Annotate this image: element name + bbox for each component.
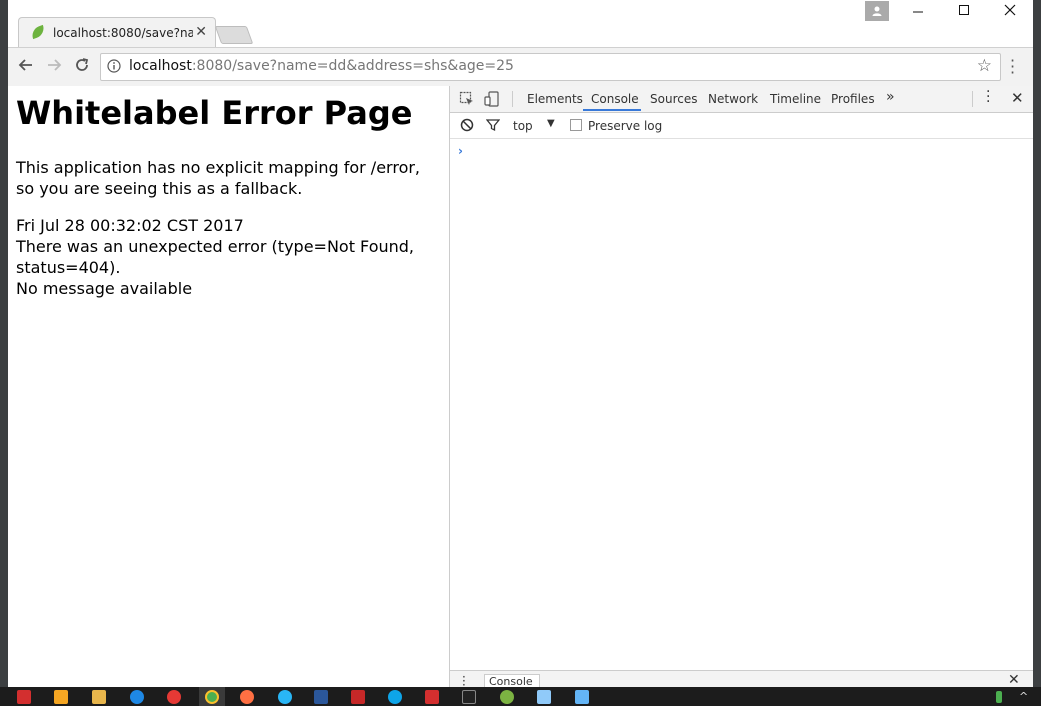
page-content: Whitelabel Error Page This application h… [8,86,450,690]
context-dropdown-icon[interactable]: ▼ [547,118,555,129]
window-close-icon [1004,4,1016,16]
tab-title: localhost:8080/save?na [53,26,193,40]
window-close-button[interactable] [990,4,1030,26]
reload-icon [76,58,89,71]
intellij-icon[interactable] [462,690,476,704]
minimize-button[interactable] [898,4,938,26]
browser-toolbar: localhost:8080/save?name=dd&address=shs&… [8,47,1033,87]
tray-chevron-icon[interactable]: ^ [1019,690,1028,703]
browser-tab[interactable]: localhost:8080/save?na ✕ [18,17,216,48]
windows-taskbar: ^ [0,687,1041,706]
active-tab-indicator [583,109,641,111]
app-bug-icon[interactable] [500,690,514,704]
drawer-close-icon[interactable]: ✕ [1008,672,1020,688]
url-path: :8080/save?name=dd&address=shs&age=25 [191,58,514,74]
error-timestamp: Fri Jul 28 00:32:02 CST 2017 [16,216,244,235]
file-explorer-icon[interactable] [92,690,106,704]
devtools-separator-2 [972,91,973,107]
error-message: No message available [16,279,193,298]
context-selector[interactable]: top [513,119,533,133]
back-button[interactable] [16,57,36,77]
devtools-panel: Elements Console Sources Network Timelin… [450,85,1033,690]
reload-button[interactable] [72,57,92,77]
tab-elements[interactable]: Elements [527,92,583,106]
console-toolbar: top ▼ Preserve log [450,113,1033,139]
app-x-icon[interactable] [17,690,31,704]
new-tab-button[interactable] [214,26,254,44]
title-bar: localhost:8080/save?na ✕ [8,0,1033,48]
chrome-icon[interactable] [205,690,219,704]
preserve-log-checkbox[interactable] [570,119,582,131]
browser-menu-icon[interactable]: · · · [1010,53,1015,81]
drawer-menu-icon[interactable]: · · · [462,671,466,690]
bookmark-star-icon[interactable]: ☆ [977,56,992,76]
background-editor-strip [0,0,8,690]
battery-icon[interactable] [996,691,1002,703]
tab-console[interactable]: Console [591,92,639,106]
forward-button[interactable] [44,57,64,77]
tab-profiles[interactable]: Profiles [831,92,875,106]
app-x2-icon[interactable] [425,690,439,704]
notepad-icon[interactable] [575,690,589,704]
device-toolbar-icon[interactable] [484,91,500,107]
app-blue-icon[interactable] [388,690,402,704]
tab-close-icon[interactable]: ✕ [195,24,207,40]
console-prompt[interactable]: › [458,144,463,158]
word-icon[interactable] [314,690,328,704]
devtools-menu-icon[interactable]: · · · [986,85,990,109]
maximize-button[interactable] [944,4,984,26]
app-media-icon[interactable] [54,690,68,704]
edge-icon[interactable] [130,690,144,704]
tab-timeline[interactable]: Timeline [770,92,821,106]
back-arrow-icon [18,59,32,71]
clear-console-icon[interactable] [460,118,474,132]
devtools-separator [512,91,513,107]
more-tabs-icon[interactable]: » [886,89,895,105]
profile-button[interactable] [865,1,889,21]
fallback-paragraph: This application has no explicit mapping… [16,158,421,198]
browser-window: localhost:8080/save?na ✕ localhost:8080/… [8,0,1033,690]
info-icon[interactable] [107,59,121,73]
spring-leaf-icon [29,24,47,40]
address-bar[interactable]: localhost:8080/save?name=dd&address=shs&… [100,53,1001,81]
tab-network[interactable]: Network [708,92,758,106]
error-details: Fri Jul 28 00:32:02 CST 2017 There was a… [16,215,441,299]
url-host: localhost [129,58,192,74]
pdf-icon[interactable] [351,690,365,704]
page-heading: Whitelabel Error Page [16,94,413,132]
internet-explorer-icon[interactable] [278,690,292,704]
inspect-element-icon[interactable] [459,91,475,107]
firefox-icon[interactable] [240,690,254,704]
devtools-tabbar: Elements Console Sources Network Timelin… [450,85,1033,113]
app-window-icon[interactable] [537,690,551,704]
maximize-icon [959,5,969,15]
url-text: localhost:8080/save?name=dd&address=shs&… [129,58,514,74]
tab-sources[interactable]: Sources [650,92,697,106]
forward-arrow-icon [48,59,62,71]
devtools-close-icon[interactable]: ✕ [1011,89,1024,107]
filter-icon[interactable] [486,118,500,132]
minimize-icon [913,11,923,13]
error-type-line: There was an unexpected error (type=Not … [16,237,414,277]
person-icon [872,6,882,16]
background-editor-strip-right [1033,0,1041,690]
app-red-icon[interactable] [167,690,181,704]
preserve-log-label: Preserve log [588,119,663,133]
